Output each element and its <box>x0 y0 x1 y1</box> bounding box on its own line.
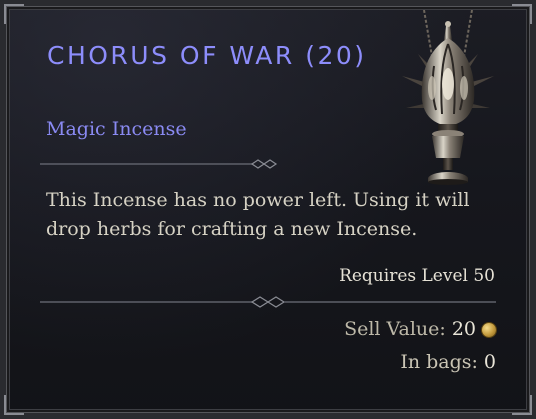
gold-coin-icon <box>482 323 496 337</box>
item-name: Chorus of War (20) <box>47 41 367 70</box>
frame-corner-bottom-left <box>4 395 24 415</box>
frame-corner-top-right <box>512 4 532 24</box>
in-bags-count: In bags: 0 <box>400 351 496 373</box>
sell-value-amount: 20 <box>451 318 476 340</box>
incense-censer-icon <box>388 9 508 190</box>
frame-corner-bottom-right <box>512 395 532 415</box>
in-bags-label: In bags: <box>400 351 478 373</box>
item-tooltip: Chorus of War (20) Magic Incense <box>0 0 536 419</box>
header-divider <box>40 158 280 170</box>
item-description: This Incense has no power left. Using it… <box>46 189 470 240</box>
in-bags-value: 0 <box>483 351 496 373</box>
item-type: Magic Incense <box>46 118 187 140</box>
sell-value: Sell Value: 20 <box>344 318 496 340</box>
frame-corner-top-left <box>4 4 24 24</box>
sell-value-label: Sell Value: <box>344 318 446 340</box>
footer-divider <box>40 296 496 308</box>
level-requirement: Requires Level 50 <box>339 266 495 286</box>
